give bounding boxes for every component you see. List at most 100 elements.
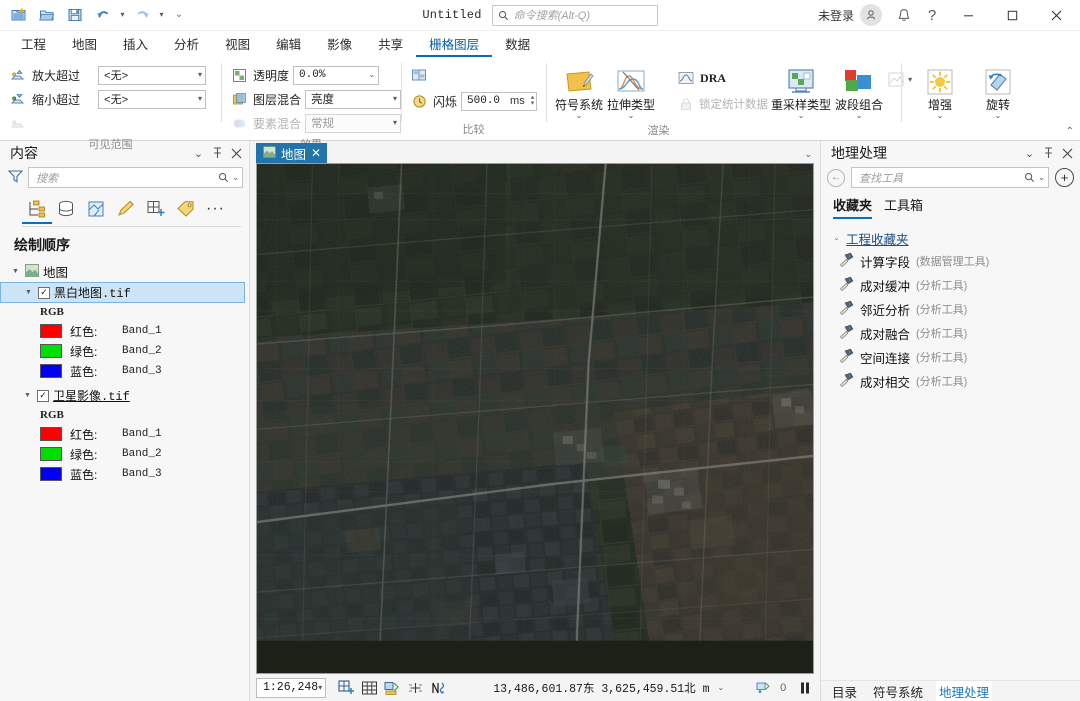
stretch-type-button[interactable]: 拉伸类型 ⌄ <box>606 63 656 120</box>
geoprocessing-tool-item[interactable]: 空间连接 (分析工具) <box>821 345 1080 369</box>
list-by-selection-icon[interactable] <box>82 196 109 221</box>
north-arrow-icon[interactable] <box>430 678 447 698</box>
pin-icon[interactable] <box>1040 144 1057 162</box>
enhance-button[interactable]: 增强 ⌄ <box>917 63 963 120</box>
geoprocessing-tab-favorites[interactable]: 收藏夹 <box>833 195 872 219</box>
open-project-icon[interactable] <box>34 3 60 27</box>
selected-features-icon[interactable] <box>756 678 774 698</box>
chevron-down-icon[interactable]: ⌄ <box>995 112 1002 120</box>
geoprocessing-tool-item[interactable]: 成对缓冲 (分析工具) <box>821 273 1080 297</box>
customize-qat-icon[interactable]: ⌄ <box>168 4 190 26</box>
new-project-icon[interactable] <box>6 3 32 27</box>
resample-type-button[interactable]: 重采样类型 ⌄ <box>770 63 832 120</box>
undo-dropdown-icon[interactable]: ▾ <box>118 4 127 26</box>
geoprocessing-group-project-favorites[interactable]: ⌄ 工程收藏夹 <box>821 227 1080 249</box>
map-canvas[interactable] <box>256 163 814 674</box>
swipe-icon[interactable] <box>409 65 429 85</box>
grid-icon[interactable] <box>361 678 378 698</box>
geoprocessing-tool-item[interactable]: 成对融合 (分析工具) <box>821 321 1080 345</box>
rotate-button[interactable]: 旋转 ⌄ <box>975 63 1021 120</box>
bell-icon[interactable] <box>890 3 918 27</box>
toc-layer-row[interactable]: ▼ ✓ 黑白地图.tif <box>0 282 245 303</box>
geoprocessing-tab-toolboxes[interactable]: 工具箱 <box>884 195 923 219</box>
list-by-editing-icon[interactable] <box>112 196 139 221</box>
layer-visibility-checkbox[interactable]: ✓ <box>37 390 49 402</box>
minimize-button[interactable] <box>946 0 990 30</box>
close-button[interactable] <box>1034 0 1078 30</box>
list-by-data-source-icon[interactable] <box>52 196 79 221</box>
symbology-button[interactable]: 符号系统 ⌄ <box>554 63 604 120</box>
redo-dropdown-icon[interactable]: ▾ <box>157 4 166 26</box>
zoom-out-beyond-combo[interactable]: <无> ▾ <box>98 90 206 109</box>
chevron-down-icon[interactable]: ⌄ <box>628 112 635 120</box>
expand-arrow-icon[interactable]: ▼ <box>22 392 33 399</box>
band-color-swatch[interactable] <box>40 344 62 358</box>
band-combination-button[interactable]: 波段组合 ⌄ <box>834 63 884 120</box>
bottom-tab-symbology[interactable]: 符号系统 <box>870 681 926 701</box>
close-icon[interactable] <box>1059 144 1076 162</box>
dra-row[interactable]: DRA <box>676 67 768 89</box>
layer-visibility-checkbox[interactable]: ✓ <box>38 287 50 299</box>
band-color-swatch[interactable] <box>40 447 62 461</box>
list-by-labeling-icon[interactable] <box>172 196 199 221</box>
chevron-down-icon[interactable]: ⌄ <box>1038 174 1045 182</box>
list-by-drawing-order-icon[interactable] <box>22 196 49 221</box>
geoprocessing-tool-item[interactable]: 邻近分析 (分析工具) <box>821 297 1080 321</box>
command-search-box[interactable]: 命令搜索(Alt-Q) <box>492 5 658 26</box>
ribbon-tab-map[interactable]: 地图 <box>59 31 110 57</box>
expand-arrow-icon[interactable]: ⌄ <box>831 234 842 242</box>
chevron-down-icon[interactable]: ⌄ <box>798 112 805 120</box>
toc-layer-row[interactable]: ▼ ✓ 卫星影像.tif <box>0 385 249 406</box>
help-icon[interactable]: ? <box>918 3 946 27</box>
layer-blend-combo[interactable]: 亮度 ▾ <box>305 90 401 109</box>
maximize-button[interactable] <box>990 0 1034 30</box>
add-tool-icon[interactable]: + <box>1055 168 1074 187</box>
ribbon-tab-project[interactable]: 工程 <box>8 31 59 57</box>
zoom-in-beyond-combo[interactable]: <无> ▾ <box>98 66 206 85</box>
spinner-arrows-icon[interactable]: ▴▾ <box>531 95 538 107</box>
contents-search-input[interactable]: 搜索 ⌄ <box>28 167 243 188</box>
band-color-swatch[interactable] <box>40 427 62 441</box>
map-tabs-overflow-icon[interactable]: ⌄ <box>804 149 812 160</box>
chevron-down-icon[interactable]: ⌄ <box>576 112 583 120</box>
ribbon-tab-share[interactable]: 共享 <box>365 31 416 57</box>
filter-icon[interactable] <box>8 169 23 186</box>
map-view-tab[interactable]: 地图 ✕ <box>256 143 327 163</box>
ribbon-tab-raster-layer[interactable]: 栅格图层 <box>416 31 492 57</box>
ribbon-tab-analysis[interactable]: 分析 <box>161 31 212 57</box>
map-scale-combo[interactable]: 1:26,248 ▾ <box>256 678 326 698</box>
band-color-swatch[interactable] <box>40 467 62 481</box>
close-icon[interactable]: ✕ <box>311 146 321 160</box>
expand-arrow-icon[interactable]: ▼ <box>23 289 34 296</box>
bottom-tab-catalog[interactable]: 目录 <box>829 681 860 701</box>
ribbon-tab-data[interactable]: 数据 <box>492 31 543 57</box>
band-color-swatch[interactable] <box>40 324 62 338</box>
more-options-icon[interactable]: ··· <box>202 196 229 221</box>
expand-arrow-icon[interactable]: ▼ <box>10 268 21 275</box>
band-color-swatch[interactable] <box>40 364 62 378</box>
chevron-down-icon[interactable]: ⌄ <box>856 112 863 120</box>
bottom-tab-geoprocessing[interactable]: 地理处理 <box>936 681 992 701</box>
pause-drawing-icon[interactable] <box>798 678 812 698</box>
geoprocessing-tool-item[interactable]: 计算字段 (数据管理工具) <box>821 249 1080 273</box>
ribbon-tab-insert[interactable]: 插入 <box>110 31 161 57</box>
chevron-down-icon[interactable]: ▾ <box>318 684 322 692</box>
selection-tools-icon[interactable] <box>384 678 401 698</box>
flicker-spinner[interactable]: 500.0 ms ▴▾ <box>461 92 537 111</box>
chevron-down-icon[interactable]: ⌄ <box>232 174 239 182</box>
geoprocessing-search-input[interactable]: 查找工具 ⌄ <box>851 167 1049 188</box>
ribbon-tab-imagery[interactable]: 影像 <box>314 31 365 57</box>
panel-menu-icon[interactable]: ⌄ <box>1021 144 1038 162</box>
add-map-frame-icon[interactable] <box>338 678 355 698</box>
collapse-ribbon-icon[interactable]: ⌃ <box>1066 126 1074 137</box>
account-icon[interactable] <box>860 4 882 26</box>
coordinate-units-dropdown-icon[interactable]: ⌄ <box>717 684 724 692</box>
save-project-icon[interactable] <box>62 3 88 27</box>
list-by-snapping-icon[interactable] <box>142 196 169 221</box>
toc-map-node[interactable]: ▼ 地图 <box>0 261 249 282</box>
clear-selection-icon[interactable] <box>407 678 424 698</box>
back-icon[interactable]: ← <box>827 169 845 187</box>
undo-icon[interactable] <box>90 3 116 27</box>
ribbon-tab-view[interactable]: 视图 <box>212 31 263 57</box>
transparency-combo[interactable]: 0.0% ⌄ <box>293 66 379 85</box>
